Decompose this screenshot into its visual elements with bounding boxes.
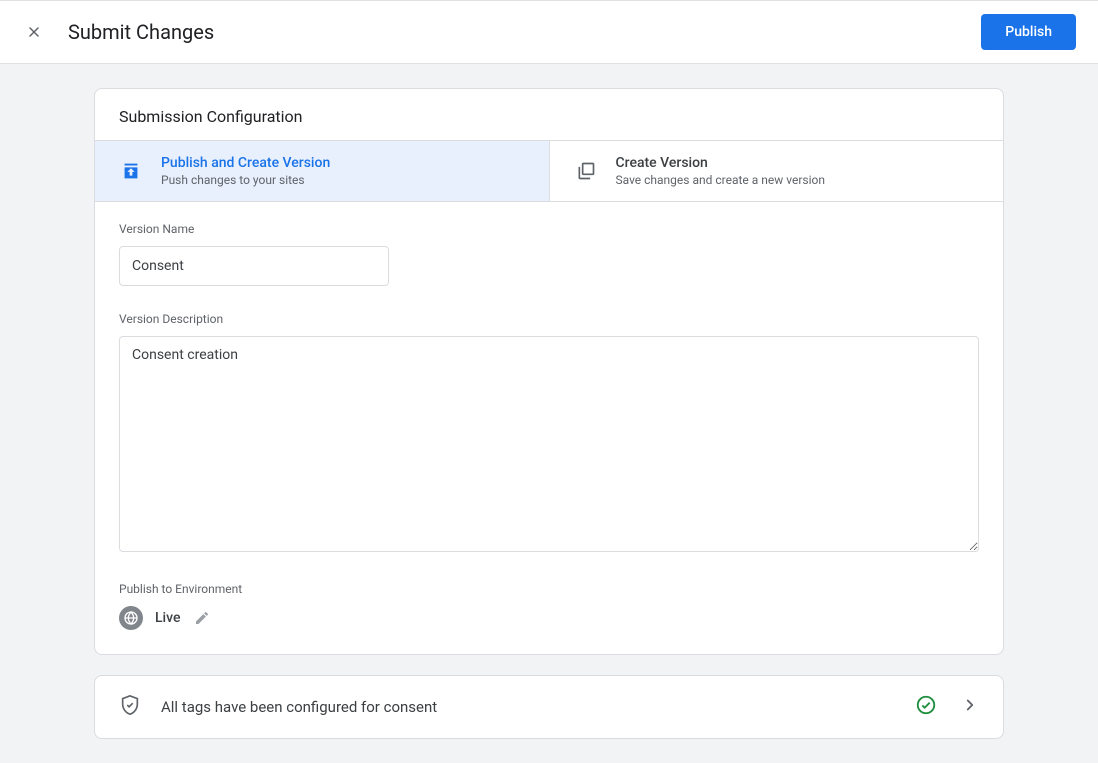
environment-row: Live xyxy=(119,606,979,630)
option-publish-title: Publish and Create Version xyxy=(161,155,330,171)
page-title: Submit Changes xyxy=(68,20,214,44)
environment-value: Live xyxy=(155,610,180,626)
option-publish-and-create[interactable]: Publish and Create Version Push changes … xyxy=(95,141,549,201)
check-circle-icon xyxy=(915,694,937,720)
environment-label: Publish to Environment xyxy=(119,582,979,596)
pencil-icon xyxy=(194,610,210,626)
close-icon xyxy=(26,24,42,40)
consent-status-card[interactable]: All tags have been configured for consen… xyxy=(94,675,1004,739)
globe-icon xyxy=(119,606,143,630)
version-name-group: Version Name xyxy=(119,222,979,286)
version-description-label: Version Description xyxy=(119,312,979,326)
version-name-label: Version Name xyxy=(119,222,979,236)
submission-configuration-card: Submission Configuration Publish and Cre… xyxy=(94,88,1004,655)
top-bar: Submit Changes Publish xyxy=(0,0,1098,64)
consent-status-text: All tags have been configured for consen… xyxy=(161,698,891,716)
option-create-version[interactable]: Create Version Save changes and create a… xyxy=(550,141,1004,201)
close-button[interactable] xyxy=(22,20,46,44)
option-publish-subtitle: Push changes to your sites xyxy=(161,173,330,187)
environment-group: Publish to Environment Live xyxy=(119,582,979,630)
edit-environment-button[interactable] xyxy=(192,608,212,628)
version-description-group: Version Description xyxy=(119,312,979,556)
upload-icon xyxy=(119,159,143,183)
form-body: Version Name Version Description Publish… xyxy=(95,202,1003,654)
publish-button[interactable]: Publish xyxy=(981,14,1076,50)
version-description-input[interactable] xyxy=(119,336,979,552)
content-surface: Submission Configuration Publish and Cre… xyxy=(0,64,1098,763)
copy-icon xyxy=(574,159,598,183)
shield-icon xyxy=(119,694,141,720)
version-name-input[interactable] xyxy=(119,246,389,286)
configuration-title: Submission Configuration xyxy=(95,89,1003,140)
option-create-subtitle: Save changes and create a new version xyxy=(616,173,825,187)
option-create-title: Create Version xyxy=(616,155,825,171)
configuration-options: Publish and Create Version Push changes … xyxy=(95,140,1003,202)
chevron-right-icon xyxy=(961,696,979,718)
